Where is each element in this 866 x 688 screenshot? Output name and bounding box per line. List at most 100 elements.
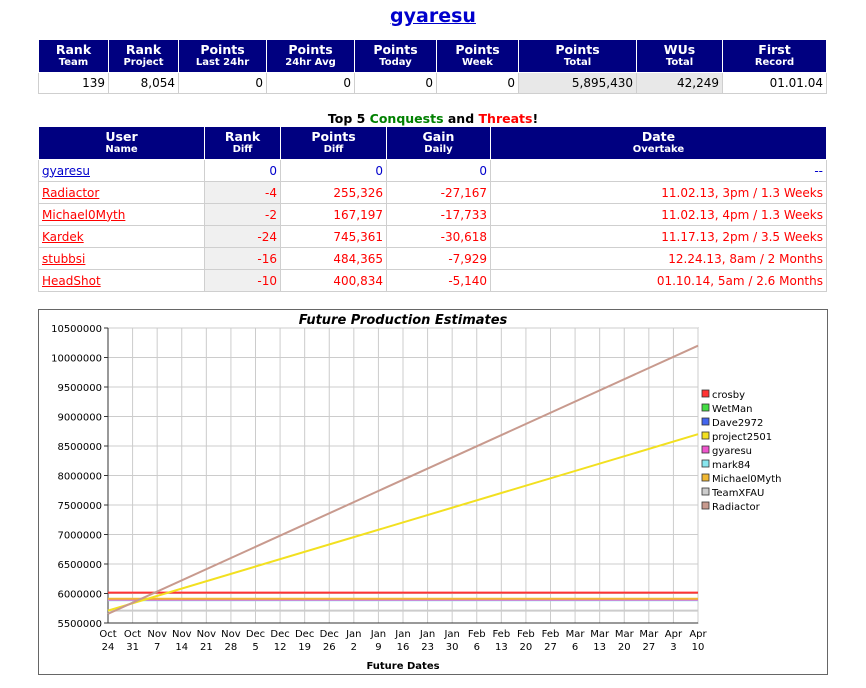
legend-swatch xyxy=(701,389,710,398)
user-link[interactable]: stubbsi xyxy=(42,252,85,266)
conquests-label: Conquests xyxy=(369,111,444,126)
x-tick-label: 20 xyxy=(618,642,631,653)
wus-total-value: 42,249 xyxy=(636,72,723,94)
user-name-cell: gyaresu xyxy=(38,159,205,182)
stats-header: Rank Team xyxy=(38,39,109,73)
points-24hr-value: 0 xyxy=(178,72,267,94)
x-tick-label: 7 xyxy=(154,642,160,653)
x-tick-label: Jan xyxy=(370,629,386,640)
x-tick-label: Dec xyxy=(320,629,339,640)
legend-label: gyaresu xyxy=(712,446,752,457)
y-tick-label: 10500000 xyxy=(51,324,102,335)
x-tick-label: Mar xyxy=(566,629,586,640)
legend-label: project2501 xyxy=(712,432,772,443)
user-name-cell: Michael0Myth xyxy=(38,203,205,226)
x-tick-label: 13 xyxy=(495,642,508,653)
legend-swatch xyxy=(701,473,710,482)
threats-header: Gain Daily xyxy=(386,126,491,160)
overtake-date-cell: 01.10.14, 5am / 2.6 Months xyxy=(490,269,827,292)
table-row: gyaresu 0 0 0 -- xyxy=(38,159,827,182)
user-name-cell: Kardek xyxy=(38,225,205,248)
x-tick-label: 26 xyxy=(323,642,336,653)
gain-daily-cell: -30,618 xyxy=(386,225,491,248)
legend-label: Dave2972 xyxy=(712,418,763,429)
x-tick-label: 2 xyxy=(351,642,357,653)
user-link[interactable]: Radiactor xyxy=(42,186,99,200)
x-tick-label: Jan xyxy=(419,629,435,640)
x-tick-label: Dec xyxy=(295,629,314,640)
user-link[interactable]: Kardek xyxy=(42,230,84,244)
x-tick-label: 6 xyxy=(572,642,578,653)
chart-panel: Future Production Estimates 5500000 600000… xyxy=(38,309,828,675)
y-tick-label: 6500000 xyxy=(57,560,102,571)
stats-header: Points Today xyxy=(354,39,437,73)
rank-project-value: 8,054 xyxy=(108,72,179,94)
user-link-title[interactable]: gyaresu xyxy=(390,5,476,27)
x-tick-label: 27 xyxy=(544,642,557,653)
threats-label: Threats xyxy=(478,111,533,126)
threats-header-row: User Name Rank Diff Points Diff Gain Daily D… xyxy=(38,126,827,160)
legend-label: mark84 xyxy=(712,460,751,471)
gain-daily-cell: -5,140 xyxy=(386,269,491,292)
stats-value-row: 139 8,054 0 0 0 0 5,895,430 42,249 01.01… xyxy=(38,72,827,94)
x-tick-label: 12 xyxy=(274,642,287,653)
points-week-value: 0 xyxy=(436,72,519,94)
stats-header: Points Week xyxy=(436,39,519,73)
user-link[interactable]: Michael0Myth xyxy=(42,208,125,222)
top5-heading: Top 5 Conquests and Threats! xyxy=(327,111,539,126)
legend-swatch xyxy=(701,417,710,426)
stats-header: Points Total xyxy=(518,39,637,73)
x-tick-label: Nov xyxy=(147,629,167,640)
y-tick-label: 9500000 xyxy=(57,383,102,394)
x-tick-label: 31 xyxy=(126,642,139,653)
points-diff-cell: 745,361 xyxy=(280,225,387,248)
x-tick-label: 23 xyxy=(421,642,434,653)
x-tick-label: 20 xyxy=(520,642,533,653)
x-tick-label: 14 xyxy=(175,642,188,653)
x-tick-label: 27 xyxy=(642,642,655,653)
user-link[interactable]: gyaresu xyxy=(42,164,90,178)
x-tick-label: Mar xyxy=(639,629,659,640)
x-tick-label: 21 xyxy=(200,642,213,653)
gain-daily-cell: 0 xyxy=(386,159,491,182)
legend-swatch xyxy=(701,431,710,440)
y-tick-label: 6000000 xyxy=(57,590,102,601)
x-tick-label: Oct xyxy=(124,629,141,640)
stats-header: Points Last 24hr xyxy=(178,39,267,73)
points-total-value: 5,895,430 xyxy=(518,72,637,94)
user-name-cell: HeadShot xyxy=(38,269,205,292)
x-tick-label: Feb xyxy=(542,629,560,640)
legend-swatch xyxy=(701,487,710,496)
stats-table: Rank Team Rank Project Points Last 24hr Poi… xyxy=(38,39,827,94)
legend-label: TeamXFAU xyxy=(711,488,764,499)
table-row: Radiactor -4 255,326 -27,167 11.02.13, 3… xyxy=(38,181,827,204)
threats-header: User Name xyxy=(38,126,205,160)
gain-daily-cell: -17,733 xyxy=(386,203,491,226)
points-diff-cell: 255,326 xyxy=(280,181,387,204)
rank-team-value: 139 xyxy=(38,72,109,94)
x-tick-label: Nov xyxy=(197,629,217,640)
gain-daily-cell: -27,167 xyxy=(386,181,491,204)
x-tick-label: 6 xyxy=(474,642,480,653)
legend-swatch xyxy=(701,501,710,510)
stats-header-row: Rank Team Rank Project Points Last 24hr Poi… xyxy=(38,39,827,73)
x-tick-label: 3 xyxy=(670,642,676,653)
x-tick-label: Feb xyxy=(492,629,510,640)
x-axis-label: Future Dates xyxy=(366,661,439,672)
rank-diff-cell: -4 xyxy=(204,181,281,204)
table-row: Kardek -24 745,361 -30,618 11.17.13, 2pm… xyxy=(38,225,827,248)
y-tick-label: 8500000 xyxy=(57,442,102,453)
y-tick-label: 5500000 xyxy=(57,619,102,630)
table-row: stubbsi -16 484,365 -7,929 12.24.13, 8am… xyxy=(38,247,827,270)
x-tick-label: Feb xyxy=(517,629,535,640)
user-link[interactable]: HeadShot xyxy=(42,274,101,288)
legend-swatch xyxy=(701,403,710,412)
rank-diff-cell: -10 xyxy=(204,269,281,292)
points-diff-cell: 484,365 xyxy=(280,247,387,270)
x-tick-label: 9 xyxy=(375,642,381,653)
x-tick-label: 10 xyxy=(692,642,705,653)
user-name-cell: Radiactor xyxy=(38,181,205,204)
stats-header: Points 24hr Avg xyxy=(266,39,355,73)
overtake-date-cell: 11.17.13, 2pm / 3.5 Weeks xyxy=(490,225,827,248)
x-tick-label: Jan xyxy=(394,629,410,640)
